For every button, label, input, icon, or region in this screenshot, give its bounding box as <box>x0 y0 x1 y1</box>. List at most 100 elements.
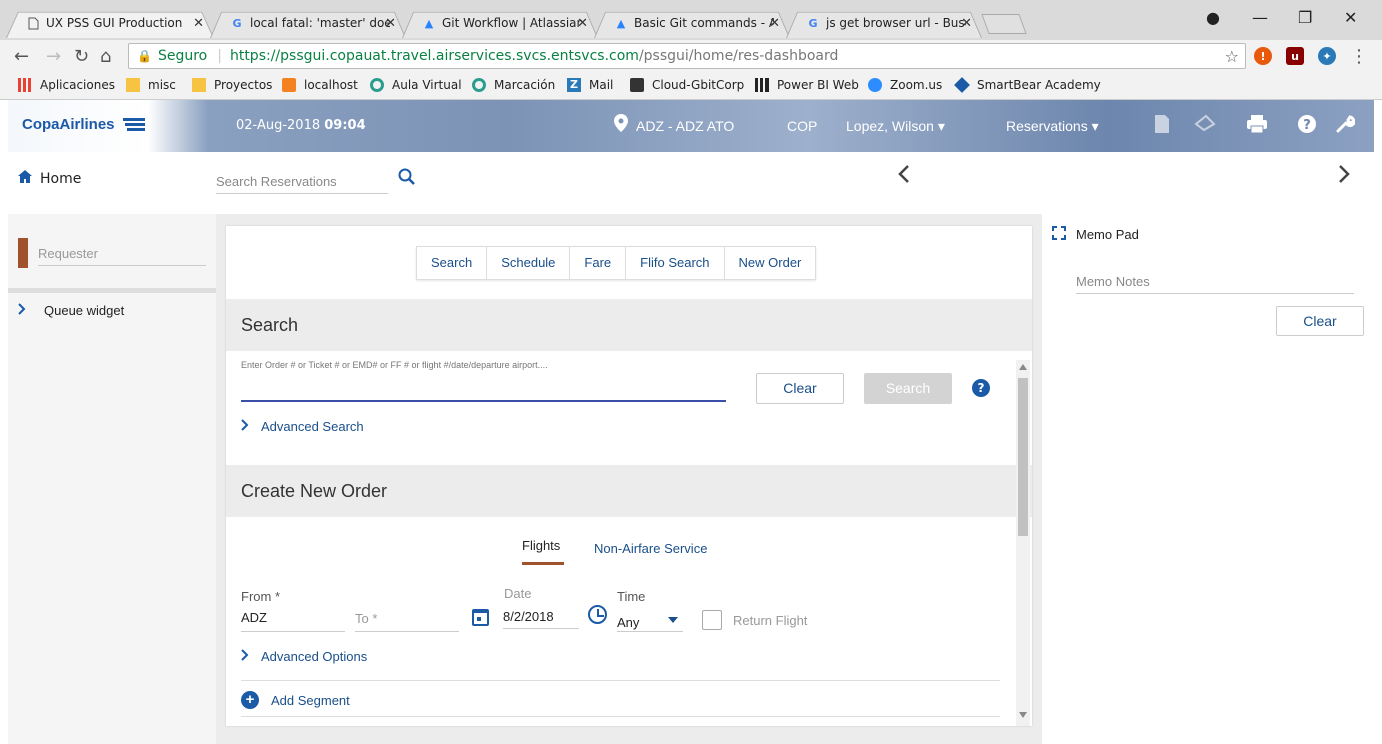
chevron-right-icon[interactable] <box>1338 164 1350 190</box>
reservations-menu[interactable]: Reservations ▾ <box>1006 118 1099 135</box>
bookmark-marcacion[interactable]: Marcación <box>472 78 555 92</box>
user-menu[interactable]: Lopez, Wilson ▾ <box>846 118 945 135</box>
tab-flifo-search[interactable]: Flifo Search <box>626 247 725 279</box>
clock-icon[interactable] <box>588 605 607 624</box>
bookmark-label: Zoom.us <box>890 78 943 92</box>
from-field[interactable]: ADZ <box>241 610 267 625</box>
home-icon[interactable]: ⌂ <box>100 46 111 67</box>
time-select[interactable]: Any <box>617 615 639 630</box>
folder-icon <box>192 78 206 92</box>
date-field[interactable]: 8/2/2018 <box>503 609 554 624</box>
help-icon[interactable]: ? <box>972 379 990 397</box>
location-label[interactable]: ADZ - ADZ ATO <box>636 118 734 134</box>
return-flight-checkbox[interactable] <box>702 610 722 630</box>
bookmark-proyectos[interactable]: Proyectos <box>192 78 272 92</box>
folder-icon <box>126 78 140 92</box>
close-icon[interactable]: ✕ <box>193 16 204 31</box>
bookmark-label: misc <box>148 78 176 92</box>
window-close-icon[interactable]: ✕ <box>1344 8 1357 27</box>
tab-non-airfare-service[interactable]: Non-Airfare Service <box>594 541 707 556</box>
search-section-title: Search <box>241 315 299 335</box>
forward-icon[interactable]: → <box>46 46 61 67</box>
page-icon <box>26 16 40 30</box>
currency-label[interactable]: COP <box>787 118 817 134</box>
document-icon[interactable] <box>1151 114 1173 136</box>
search-reservations-input[interactable]: Search Reservations <box>216 174 388 194</box>
svg-text:?: ? <box>1303 118 1311 133</box>
browser-tab[interactable]: ▲ Basic Git commands - Atl ✕ <box>594 8 790 38</box>
print-icon[interactable] <box>1246 114 1268 136</box>
search-button[interactable]: Search <box>864 373 952 404</box>
browser-tab[interactable]: G local fatal: 'master' does n ✕ <box>210 8 406 38</box>
close-icon[interactable]: ✕ <box>577 16 588 31</box>
expand-icon[interactable] <box>1052 226 1066 243</box>
tab-schedule[interactable]: Schedule <box>487 247 571 279</box>
scrollbar[interactable] <box>1016 360 1030 726</box>
browser-tab-active[interactable]: UX PSS GUI Production ✕ <box>6 8 214 38</box>
order-search-input[interactable] <box>241 376 726 402</box>
bookmark-mail[interactable]: Z Mail <box>567 78 613 92</box>
scroll-thumb[interactable] <box>1018 378 1028 536</box>
ticket-icon[interactable] <box>1194 114 1216 136</box>
home-link[interactable]: Home <box>18 170 81 187</box>
close-icon[interactable]: ✕ <box>769 16 780 31</box>
back-icon[interactable]: ← <box>14 46 29 67</box>
restore-icon[interactable]: ❐ <box>1298 8 1312 27</box>
bookmark-aula-virtual[interactable]: Aula Virtual <box>370 78 462 92</box>
memo-pad-header[interactable]: Memo Pad <box>1052 226 1139 243</box>
tab-flights[interactable]: Flights <box>522 538 560 553</box>
ublock-icon[interactable]: u <box>1286 47 1304 65</box>
help-icon[interactable]: ? <box>1296 114 1318 136</box>
tab-label: js get browser url - Busca <box>826 16 966 30</box>
add-segment-button[interactable]: + Add Segment <box>241 691 350 709</box>
menu-icon[interactable]: ⋮ <box>1350 46 1368 67</box>
extension-icon[interactable]: ✦ <box>1318 47 1336 65</box>
tab-search[interactable]: Search <box>417 247 488 279</box>
close-icon[interactable]: ✕ <box>961 16 972 31</box>
chevron-left-icon[interactable] <box>898 164 910 190</box>
tab-new-order[interactable]: New Order <box>725 247 816 279</box>
time-label: Time <box>617 589 646 604</box>
copa-logo[interactable]: CopaAirlines <box>22 116 145 134</box>
calendar-icon[interactable] <box>472 609 489 626</box>
star-icon[interactable]: ☆ <box>1225 47 1239 66</box>
tab-label: local fatal: 'master' does n <box>250 16 390 30</box>
profile-icon[interactable]: ● <box>1206 8 1220 27</box>
minimize-icon[interactable]: — <box>1252 8 1268 27</box>
scroll-down-icon[interactable] <box>1019 712 1027 718</box>
chevron-right-icon <box>241 419 249 434</box>
bookmark-localhost[interactable]: localhost <box>282 78 358 92</box>
bookmark-zoom[interactable]: Zoom.us <box>868 78 942 92</box>
memo-clear-button[interactable]: Clear <box>1276 306 1364 336</box>
close-icon[interactable]: ✕ <box>385 16 396 31</box>
requester-input[interactable]: Requester <box>38 246 206 266</box>
bookmark-cloud[interactable]: Cloud-GbitCorp <box>630 78 744 92</box>
tab-fare[interactable]: Fare <box>570 247 627 279</box>
reload-icon[interactable]: ↻ <box>74 46 89 67</box>
bookmark-misc[interactable]: misc <box>126 78 176 92</box>
bookmark-smartbear[interactable]: SmartBear Academy <box>954 77 1101 93</box>
to-field[interactable]: To * <box>355 611 377 626</box>
address-bar[interactable]: 🔒 Seguro | https://pssgui.copauat.travel… <box>128 43 1246 69</box>
create-order-title: Create New Order <box>241 481 388 501</box>
new-tab-button[interactable] <box>981 14 1027 34</box>
browser-tab[interactable]: ▲ Git Workflow | Atlassian G ✕ <box>402 8 598 38</box>
bookmarks-bar: Aplicaciones misc Proyectos localhost Au… <box>0 72 1382 100</box>
chevron-down-icon[interactable] <box>668 617 678 623</box>
browser-tab[interactable]: G js get browser url - Busca ✕ <box>786 8 982 38</box>
queue-widget-toggle[interactable]: Queue widget <box>18 302 124 318</box>
mail-icon: Z <box>567 78 581 92</box>
advanced-search-toggle[interactable]: Advanced Search <box>241 419 364 434</box>
search-icon[interactable] <box>398 168 415 190</box>
left-panel: Requester Queue widget <box>8 214 216 744</box>
bookmark-apps[interactable]: Aplicaciones <box>18 78 115 92</box>
google-icon: G <box>232 16 242 30</box>
scroll-up-icon[interactable] <box>1019 364 1027 370</box>
alert-extension-icon[interactable]: ! <box>1254 47 1272 65</box>
advanced-options-toggle[interactable]: Advanced Options <box>241 649 367 664</box>
memo-notes-input[interactable]: Memo Notes <box>1076 274 1354 294</box>
clear-button[interactable]: Clear <box>756 373 844 404</box>
function-tabs: Search Schedule Fare Flifo Search New Or… <box>416 246 817 280</box>
wrench-icon[interactable] <box>1334 114 1356 136</box>
bookmark-powerbi[interactable]: Power BI Web <box>755 78 859 92</box>
